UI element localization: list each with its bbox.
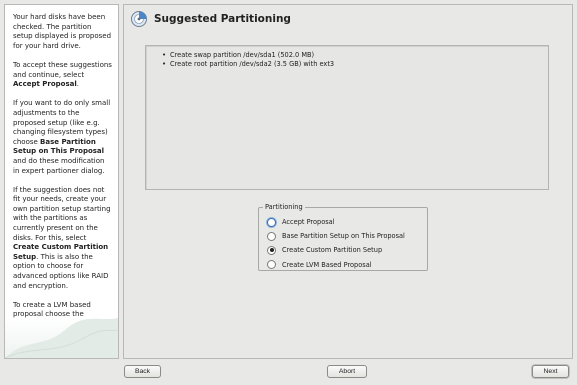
- proposal-item: Create root partition /dev/sda2 (3.5 GB)…: [162, 60, 548, 69]
- help-paragraph-1: Your hard disks have been checked. The p…: [13, 13, 112, 51]
- radio-label[interactable]: Create Custom Partition Setup: [282, 246, 382, 254]
- page-header: Suggested Partitioning: [130, 9, 291, 29]
- help-bold-accept-proposal: Accept Proposal: [13, 80, 77, 89]
- radio-accept-proposal[interactable]: Accept Proposal: [267, 215, 427, 229]
- radio-button[interactable]: [267, 217, 276, 227]
- radio-button[interactable]: [267, 245, 276, 255]
- radio-create-custom-partition[interactable]: Create Custom Partition Setup: [267, 243, 427, 257]
- radio-base-partition-setup[interactable]: Base Partition Setup on This Proposal: [267, 229, 427, 243]
- next-button[interactable]: Next: [532, 365, 569, 378]
- partitioning-group: Partitioning Accept Proposal Base Partit…: [258, 203, 428, 272]
- proposal-summary: Create swap partition /dev/sda1 (502.0 M…: [145, 45, 549, 190]
- help-panel: Your hard disks have been checked. The p…: [4, 4, 119, 359]
- help-text: and do these modification in expert part…: [13, 156, 105, 175]
- radio-label[interactable]: Base Partition Setup on This Proposal: [282, 232, 405, 240]
- help-text: If the suggestion does not fit your need…: [13, 185, 111, 242]
- radio-create-lvm-proposal[interactable]: Create LVM Based Proposal: [267, 258, 427, 272]
- back-button[interactable]: Back: [124, 365, 161, 378]
- proposal-list: Create swap partition /dev/sda1 (502.0 M…: [162, 51, 548, 69]
- help-text: .: [76, 80, 79, 89]
- partitioning-group-title: Partitioning: [263, 203, 305, 212]
- help-paragraph-4: If the suggestion does not fit your need…: [13, 186, 112, 292]
- radio-label[interactable]: Accept Proposal: [282, 218, 335, 226]
- radio-button[interactable]: [267, 231, 276, 241]
- proposal-item: Create swap partition /dev/sda1 (502.0 M…: [162, 51, 548, 60]
- help-decoration: [5, 318, 118, 358]
- help-text: Your hard disks have been checked. The p…: [13, 13, 112, 50]
- help-text: To accept these suggestions and continue…: [13, 60, 112, 79]
- main-panel: Suggested Partitioning Create swap parti…: [123, 4, 573, 359]
- page-title: Suggested Partitioning: [154, 13, 291, 25]
- help-paragraph-3: If you want to do only small adjustments…: [13, 99, 112, 176]
- help-paragraph-2: To accept these suggestions and continue…: [13, 61, 112, 90]
- abort-button[interactable]: Abort: [327, 365, 367, 378]
- radio-button[interactable]: [267, 260, 276, 270]
- hard-disk-icon: [131, 11, 147, 27]
- radio-label[interactable]: Create LVM Based Proposal: [282, 261, 372, 269]
